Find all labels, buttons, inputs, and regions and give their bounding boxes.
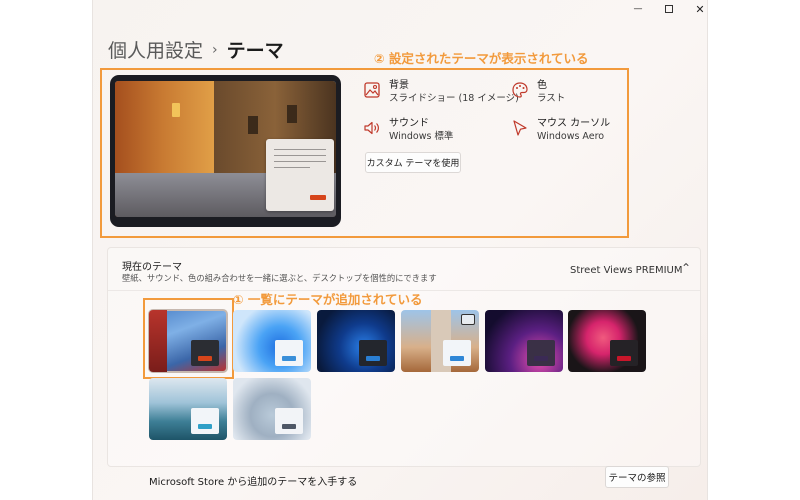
preview-accent-button xyxy=(310,195,326,200)
current-theme-name: Street Views PREMIUM xyxy=(570,265,683,276)
store-link-text: Microsoft Store から追加のテーマを入手する xyxy=(149,477,358,488)
background-label: 背景 xyxy=(389,80,409,91)
speaker-icon xyxy=(364,121,379,135)
settings-window: — ✕ 個人用設定 › テーマ ② 設定されたテーマが表示されている 背景 スラ… xyxy=(92,0,708,500)
background-value: スライドショー (18 イメージ) xyxy=(389,93,519,104)
breadcrumb: 個人用設定 › テーマ xyxy=(108,36,284,63)
theme-thumb-glow[interactable] xyxy=(485,310,563,372)
color-setting[interactable]: 色 ラスト xyxy=(511,79,565,105)
sound-setting[interactable]: サウンド Windows 標準 xyxy=(363,117,453,143)
annotation-theme-added: ① 一覧にテーマが追加されている xyxy=(233,292,423,307)
color-value: ラスト xyxy=(537,93,566,104)
breadcrumb-parent[interactable]: 個人用設定 xyxy=(108,36,203,63)
camera-icon xyxy=(461,314,475,325)
palette-icon xyxy=(512,82,528,98)
page-title: テーマ xyxy=(226,40,284,62)
maximize-button[interactable] xyxy=(653,0,685,18)
background-setting[interactable]: 背景 スライドショー (18 イメージ) xyxy=(363,79,519,105)
cursor-setting[interactable]: マウス カーソル Windows Aero xyxy=(511,117,610,143)
color-label: 色 xyxy=(537,80,547,91)
minimize-button[interactable]: — xyxy=(622,0,654,18)
theme-thumb-street-views[interactable] xyxy=(148,309,228,373)
cursor-icon xyxy=(513,120,527,136)
theme-preview xyxy=(110,75,341,227)
maximize-icon xyxy=(665,5,673,13)
cursor-value: Windows Aero xyxy=(537,131,605,142)
image-icon xyxy=(364,82,380,98)
current-theme-title: 現在のテーマ xyxy=(122,262,182,273)
use-custom-theme-button[interactable]: カスタム テーマを使用 xyxy=(365,152,461,173)
theme-thumb-flow[interactable] xyxy=(233,378,311,440)
theme-thumb-sunrise[interactable] xyxy=(149,378,227,440)
sound-value: Windows 標準 xyxy=(389,131,454,142)
cursor-label: マウス カーソル xyxy=(537,118,611,129)
minimize-icon: — xyxy=(633,4,643,14)
close-icon: ✕ xyxy=(695,2,705,16)
theme-thumb-windows-spotlight[interactable] xyxy=(401,310,479,372)
sound-label: サウンド xyxy=(389,118,429,129)
annotation-theme-applied: ② 設定されたテーマが表示されている xyxy=(374,51,589,66)
theme-thumb-windows-dark[interactable] xyxy=(317,310,395,372)
breadcrumb-separator: › xyxy=(212,41,218,58)
browse-themes-button[interactable]: テーマの参照 xyxy=(605,466,669,488)
theme-thumb-windows-light[interactable] xyxy=(233,310,311,372)
preview-window xyxy=(266,139,334,211)
close-button[interactable]: ✕ xyxy=(684,0,707,18)
current-theme-description: 壁紙、サウンド、色の組み合わせを一緒に選ぶと、デスクトップを個性的にできます xyxy=(122,273,437,283)
theme-thumb-captured-motion[interactable] xyxy=(568,310,646,372)
chevron-up-icon[interactable]: ⌃ xyxy=(681,261,691,275)
